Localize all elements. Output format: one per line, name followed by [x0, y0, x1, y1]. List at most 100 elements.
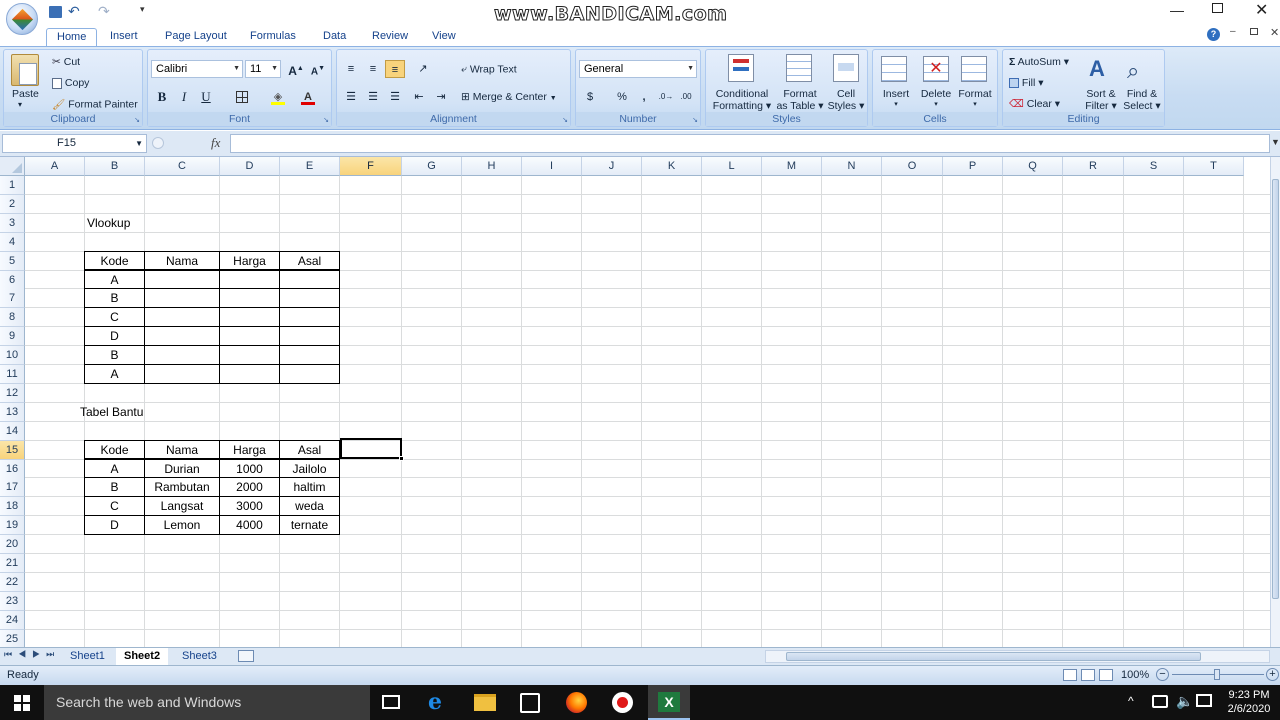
row-header-3[interactable]: 3	[0, 213, 25, 233]
font-color-button[interactable]: A	[298, 88, 318, 106]
delete-button[interactable]: Delete ▾	[919, 88, 953, 108]
format-painter-button[interactable]: 🖌 Format Painter	[52, 98, 138, 111]
table-cell[interactable]	[144, 288, 220, 309]
row-header-24[interactable]: 24	[0, 610, 25, 630]
table-cell[interactable]: A	[84, 269, 145, 290]
column-header-N[interactable]: N	[822, 157, 882, 176]
excel-taskbar-button[interactable]: X	[648, 685, 690, 720]
horizontal-scrollbar[interactable]	[765, 650, 1270, 663]
table-cell[interactable]: 2000	[219, 477, 280, 498]
action-center-icon[interactable]	[1196, 694, 1212, 707]
table-cell[interactable]	[279, 269, 340, 290]
insert-function-icon[interactable]: fx	[211, 135, 220, 151]
merge-center-button[interactable]: ⊞ Merge & Center ▼	[461, 91, 557, 103]
save-icon[interactable]	[49, 6, 62, 18]
comma-button[interactable]: ,	[634, 88, 654, 106]
column-header-P[interactable]: P	[943, 157, 1003, 176]
row-header-12[interactable]: 12	[0, 383, 25, 403]
cell-B13[interactable]: Tabel Bantu	[78, 403, 168, 422]
bold-button[interactable]: B	[152, 88, 172, 106]
format-button[interactable]: Format ▾	[957, 88, 993, 108]
table-cell[interactable]	[219, 307, 280, 328]
font-name-combo[interactable]: Calibri ▼	[151, 60, 243, 78]
row-header-5[interactable]: 5	[0, 251, 25, 271]
fill-button[interactable]: Fill ▾	[1009, 77, 1044, 89]
font-launcher-icon[interactable]: ↘	[323, 116, 329, 124]
table-cell[interactable]: B	[84, 345, 145, 365]
table-cell[interactable]: C	[84, 496, 145, 517]
active-cell-cursor[interactable]	[340, 438, 404, 461]
worksheet-grid[interactable]: ABCDEFGHIJKLMNOPQRST 1 2 3 4 5 6 7 8 9 10 11 12 13 14…	[0, 157, 1280, 647]
table-header-cell[interactable]: Harga	[219, 250, 280, 271]
zoom-level[interactable]: 100%	[1121, 669, 1149, 681]
row-header-18[interactable]: 18	[0, 497, 25, 517]
column-header-J[interactable]: J	[582, 157, 642, 176]
table-header-cell[interactable]: Asal	[279, 439, 340, 460]
volume-icon[interactable]: 🔈	[1176, 693, 1193, 710]
fill-color-button[interactable]: ◈	[268, 88, 288, 106]
alignment-launcher-icon[interactable]: ↘	[562, 116, 568, 124]
decrease-indent-button[interactable]: ⇤	[409, 88, 429, 106]
table-cell[interactable]	[279, 307, 340, 328]
column-header-D[interactable]: D	[220, 157, 280, 176]
row-header-9[interactable]: 9	[0, 327, 25, 347]
row-header-16[interactable]: 16	[0, 459, 25, 479]
table-cell[interactable]: D	[84, 326, 145, 347]
table-cell[interactable]: 1000	[219, 458, 280, 479]
row-header-15[interactable]: 15	[0, 440, 25, 460]
table-cell[interactable]	[144, 307, 220, 328]
table-header-cell[interactable]: Nama	[144, 439, 220, 460]
column-header-M[interactable]: M	[762, 157, 822, 176]
autosum-button[interactable]: Σ AutoSum ▾	[1009, 56, 1069, 68]
redo-icon[interactable]: ↷	[98, 3, 110, 20]
row-header-4[interactable]: 4	[0, 232, 25, 252]
vertical-scrollbar[interactable]	[1270, 157, 1280, 647]
edge-icon[interactable]: e	[428, 689, 442, 715]
table-cell[interactable]	[279, 288, 340, 309]
column-header-E[interactable]: E	[280, 157, 340, 176]
paste-button[interactable]: Paste	[12, 88, 39, 100]
row-header-7[interactable]: 7	[0, 289, 25, 309]
table-cell[interactable]: weda	[279, 496, 340, 517]
table-cell[interactable]: Lemon	[144, 515, 220, 536]
formula-input[interactable]	[230, 134, 1270, 153]
column-header-K[interactable]: K	[642, 157, 702, 176]
paste-dropdown-icon[interactable]: ▾	[18, 100, 22, 109]
cell-B3[interactable]: Vlookup	[85, 214, 165, 233]
align-right-button[interactable]: ☰	[385, 88, 405, 106]
table-header-cell[interactable]: Harga	[219, 439, 280, 460]
column-header-O[interactable]: O	[882, 157, 943, 176]
number-format-combo[interactable]: General ▼	[579, 60, 697, 78]
table-cell[interactable]: 4000	[219, 515, 280, 536]
table-cell[interactable]	[279, 326, 340, 347]
expand-formula-bar-icon[interactable]: ▼	[1271, 137, 1280, 147]
file-explorer-icon[interactable]	[474, 694, 496, 711]
windows-start-icon[interactable]	[14, 695, 30, 711]
insert-sheet-icon[interactable]	[238, 650, 254, 662]
column-header-S[interactable]: S	[1124, 157, 1184, 176]
restore-icon[interactable]	[1212, 3, 1223, 13]
horizontal-scroll-thumb[interactable]	[786, 652, 1201, 661]
tab-insert[interactable]: Insert	[100, 28, 148, 47]
borders-button[interactable]	[232, 88, 252, 106]
format-as-table-button[interactable]: Format as Table ▾	[774, 88, 826, 112]
underline-button[interactable]: U	[196, 88, 216, 106]
conditional-formatting-button[interactable]: Conditional Formatting ▾	[712, 88, 772, 112]
close-icon[interactable]: ✕	[1255, 0, 1268, 20]
table-cell[interactable]: ternate	[279, 515, 340, 536]
table-cell[interactable]: A	[84, 458, 145, 479]
row-header-20[interactable]: 20	[0, 535, 25, 555]
cell-styles-button[interactable]: Cell Styles ▾	[826, 88, 866, 112]
clear-button[interactable]: ⌫ Clear ▾	[1009, 98, 1060, 110]
workbook-close-icon[interactable]: ✕	[1270, 26, 1279, 39]
tab-review[interactable]: Review	[362, 28, 418, 47]
column-header-H[interactable]: H	[462, 157, 522, 176]
table-cell[interactable]	[219, 345, 280, 365]
table-cell[interactable]: A	[84, 364, 145, 384]
tab-page-layout[interactable]: Page Layout	[155, 28, 237, 47]
minimize-icon[interactable]: —	[1170, 2, 1184, 18]
page-break-view-icon[interactable]	[1099, 669, 1113, 681]
middle-align-button[interactable]: ≡	[363, 60, 383, 78]
select-all-button[interactable]	[0, 157, 25, 176]
firefox-icon[interactable]	[566, 692, 587, 713]
